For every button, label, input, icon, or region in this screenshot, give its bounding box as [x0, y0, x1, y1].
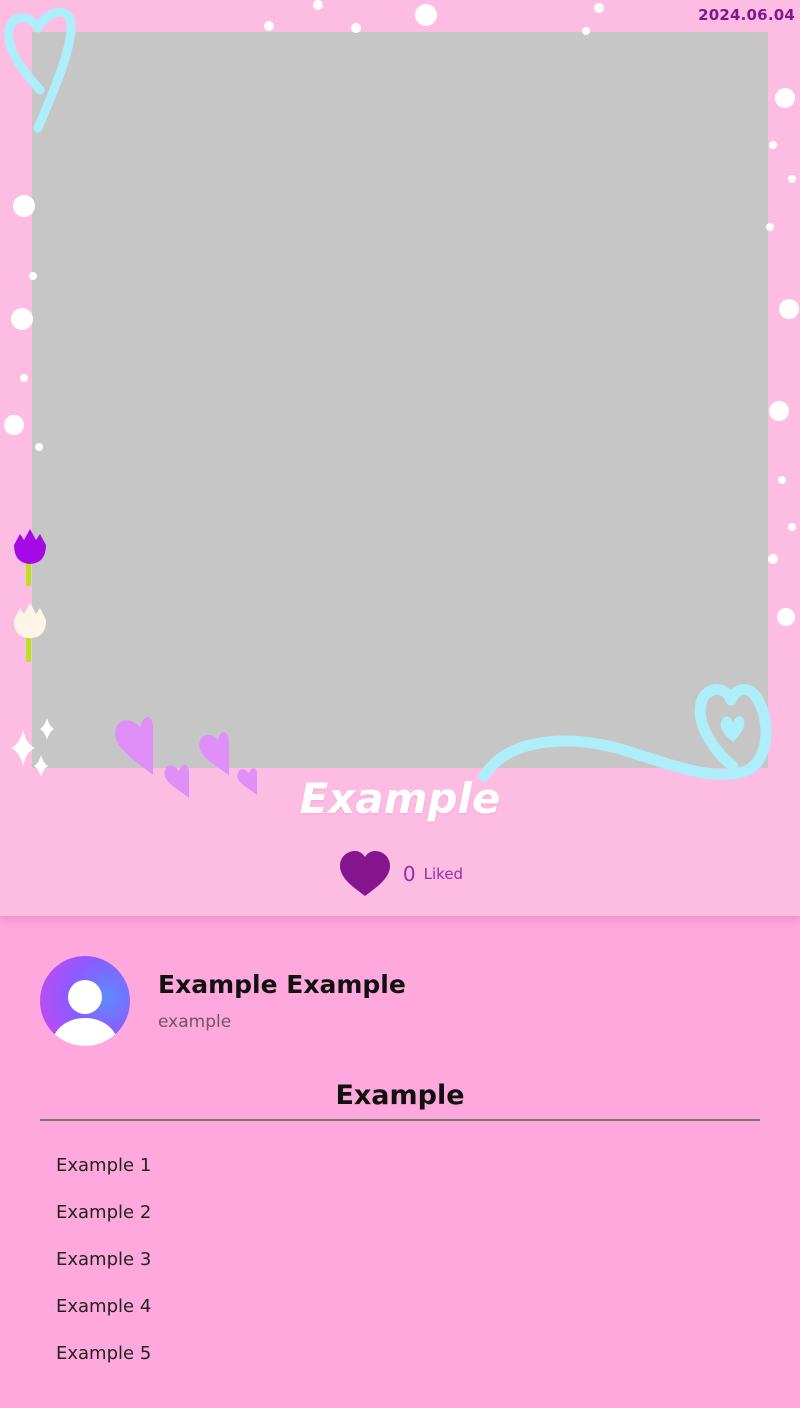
profile-section: Example Example example: [40, 956, 760, 1046]
list-item[interactable]: Example 4: [56, 1287, 151, 1334]
section-divider: [40, 1119, 760, 1121]
item-list: Example 1 Example 2 Example 3 Example 4 …: [56, 1146, 151, 1381]
avatar-user-body: [52, 1018, 118, 1046]
photo-placeholder[interactable]: [32, 32, 768, 768]
profile-name: Example Example: [158, 970, 406, 999]
list-item[interactable]: Example 5: [56, 1334, 151, 1381]
post-card: 2024.06.04 Example 0 Liked: [0, 0, 800, 916]
section-title: Example: [335, 1080, 465, 1111]
post-date: 2024.06.04: [698, 6, 795, 24]
avatar-user-icon: [68, 980, 102, 1014]
list-item[interactable]: Example 2: [56, 1193, 151, 1240]
list-item[interactable]: Example 1: [56, 1146, 151, 1193]
post-title: Example: [299, 774, 501, 823]
profile-handle: example: [158, 1012, 232, 1032]
avatar[interactable]: [40, 956, 130, 1046]
like-count: 0: [402, 862, 416, 886]
like-row: 0 Liked: [0, 846, 800, 902]
list-item[interactable]: Example 3: [56, 1240, 151, 1287]
like-label: Liked: [423, 865, 464, 883]
like-heart-icon[interactable]: [337, 846, 393, 902]
